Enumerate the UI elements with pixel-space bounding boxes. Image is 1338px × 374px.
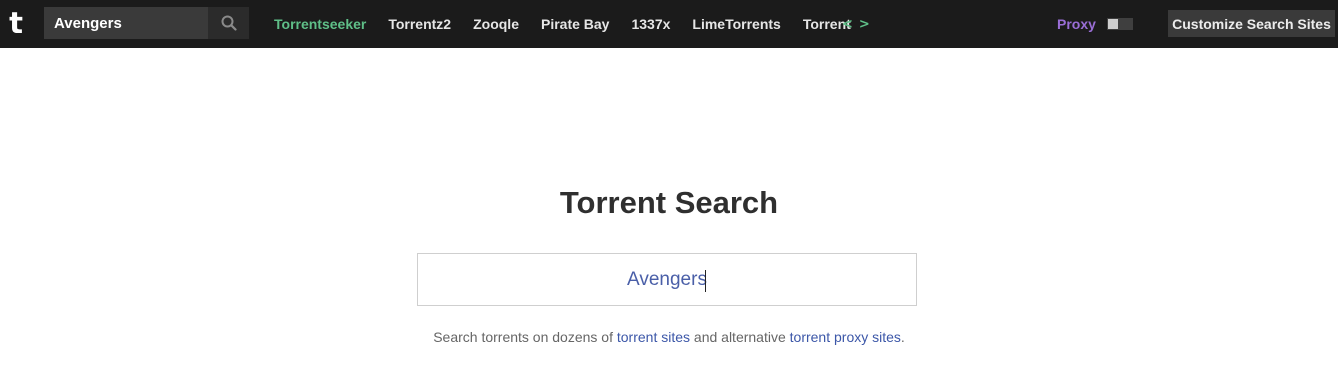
site-tab-pirate-bay[interactable]: Pirate Bay — [530, 16, 620, 32]
site-logo[interactable]: t — [5, 6, 27, 40]
chevron-left-icon[interactable]: < — [842, 17, 853, 32]
site-tabs: Torrentseeker Torrentz2 Zooqle Pirate Ba… — [263, 0, 862, 48]
site-tab-scroller: < > — [842, 0, 870, 48]
description-prefix: Search torrents on dozens of — [433, 329, 617, 345]
description-middle: and alternative — [690, 329, 790, 345]
proxy-label: Proxy — [1057, 16, 1096, 32]
main-search-input[interactable] — [418, 254, 916, 305]
site-tab-1337x[interactable]: 1337x — [620, 16, 681, 32]
torrent-sites-link[interactable]: torrent sites — [617, 329, 690, 345]
chevron-right-icon[interactable]: > — [859, 17, 870, 32]
description-suffix: . — [900, 329, 905, 345]
search-description: Search torrents on dozens of torrent sit… — [0, 329, 1338, 345]
header-search-button[interactable] — [208, 7, 249, 39]
proxy-toggle[interactable] — [1107, 18, 1133, 30]
top-navbar: t Torrentseeker Torrentz2 Zooqle Pirate … — [0, 0, 1338, 48]
page-title: Torrent Search — [559, 185, 779, 220]
header-search-input[interactable] — [44, 7, 208, 39]
torrent-proxy-sites-link[interactable]: torrent proxy sites — [790, 329, 901, 345]
main-search-box — [417, 253, 917, 306]
header-search — [44, 7, 249, 39]
site-tab-limetorrents[interactable]: LimeTorrents — [681, 16, 791, 32]
text-cursor — [705, 270, 706, 292]
site-tab-zooqle[interactable]: Zooqle — [462, 16, 530, 32]
site-tab-torrentseeker[interactable]: Torrentseeker — [263, 16, 377, 32]
search-icon — [221, 15, 237, 31]
customize-search-sites-button[interactable]: Customize Search Sites — [1168, 10, 1335, 37]
proxy-toggle-knob — [1108, 19, 1118, 29]
site-tab-torrentz2[interactable]: Torrentz2 — [377, 16, 462, 32]
